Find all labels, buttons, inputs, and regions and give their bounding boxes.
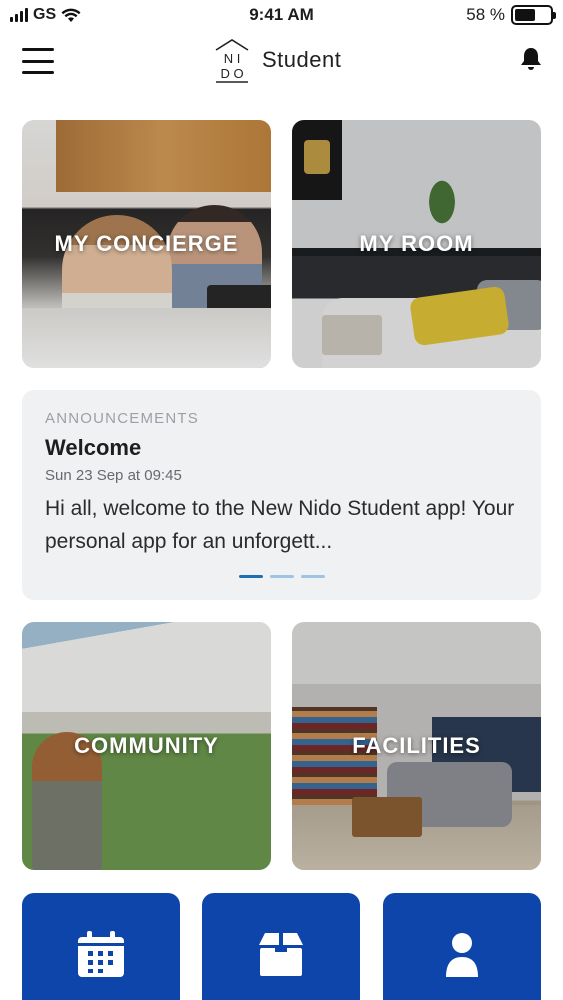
my-concierge-tile[interactable]: MY CONCIERGE	[22, 120, 271, 368]
battery-percent: 58 %	[466, 5, 505, 24]
profile-icon	[446, 933, 478, 977]
community-tile[interactable]: COMMUNITY	[22, 622, 271, 870]
page-indicator-dot[interactable]	[238, 575, 263, 578]
package-icon	[259, 933, 303, 976]
announcements-card[interactable]: ANNOUNCEMENTS Welcome Sun 23 Sep at 09:4…	[22, 390, 541, 600]
battery-icon	[511, 5, 556, 25]
calendar-button[interactable]	[22, 893, 180, 1000]
my-room-label: MY ROOM	[359, 231, 474, 256]
battery-fill	[515, 9, 535, 21]
page-indicator	[22, 575, 541, 578]
app-header: N I D O Student	[0, 32, 563, 94]
nido-logo: N I D O	[214, 38, 250, 83]
calendar-icon	[78, 931, 124, 977]
bell-icon[interactable]	[519, 46, 543, 74]
my-concierge-label: MY CONCIERGE	[54, 231, 239, 256]
announcement-body: Hi all, welcome to the New Nido Student …	[45, 497, 515, 553]
page-indicator-dot[interactable]	[269, 575, 294, 578]
announcement-date: Sun 23 Sep at 09:45	[45, 467, 182, 484]
page-indicator-dot[interactable]	[300, 575, 325, 578]
community-label: COMMUNITY	[74, 733, 219, 758]
status-right: 58 %	[466, 5, 556, 25]
announcement-title: Welcome	[45, 435, 142, 460]
facilities-tile[interactable]: FACILITIES	[292, 622, 541, 870]
brand: N I D O Student	[214, 38, 342, 83]
logo-text-top: N I	[224, 51, 241, 66]
status-bar: GS 9:41 AM 58 %	[0, 0, 563, 32]
hamburger-icon[interactable]	[22, 48, 54, 74]
my-room-tile[interactable]: MY ROOM	[292, 120, 541, 368]
facilities-label: FACILITIES	[352, 733, 481, 758]
package-button[interactable]	[202, 893, 360, 1000]
logo-text-bottom: D O	[220, 66, 243, 81]
brand-name: Student	[262, 47, 342, 72]
profile-button[interactable]	[383, 893, 541, 1000]
announcements-heading: ANNOUNCEMENTS	[45, 410, 199, 427]
